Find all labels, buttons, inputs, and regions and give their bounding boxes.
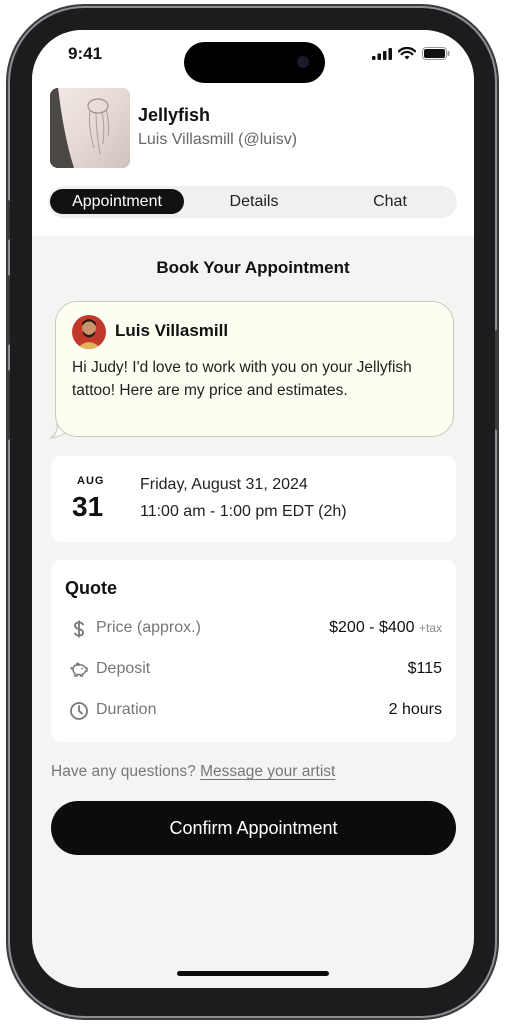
date-time-range: 11:00 am - 1:00 pm EDT (2h) [140, 503, 347, 520]
tab-bar: Appointment Details Chat [48, 186, 457, 218]
date-full: Friday, August 31, 2024 [140, 476, 308, 493]
date-month: AUG [77, 475, 105, 487]
quote-row-duration: Duration 2 hours [65, 699, 442, 723]
quote-title: Quote [65, 578, 117, 598]
home-indicator[interactable] [177, 971, 329, 976]
tattoo-title: Jellyfish [138, 105, 211, 125]
tattoo-thumbnail[interactable] [50, 88, 130, 168]
confirm-appointment-button[interactable]: Confirm Appointment [51, 801, 456, 855]
tattoo-photo-icon [50, 88, 130, 168]
battery-icon [422, 47, 450, 60]
quote-row-deposit: Deposit $115 [65, 658, 442, 682]
avatar[interactable] [72, 315, 106, 349]
signal-icon [372, 47, 392, 60]
volume-down-button [6, 370, 10, 440]
duration-value: 2 hours [388, 701, 442, 718]
artist-handle[interactable]: Luis Villasmill (@luisv) [138, 131, 297, 149]
status-time: 9:41 [68, 44, 103, 63]
status-icons [372, 47, 450, 60]
camera-icon [297, 56, 309, 68]
price-value: $200 - $400 [329, 619, 415, 636]
dollar-icon [74, 620, 84, 638]
sender-name: Luis Villasmill [115, 321, 229, 340]
date-day: 31 [72, 491, 104, 522]
header-area: 9:41 Jellyfish Luis Villasmill (@luisv) … [32, 30, 474, 236]
deposit-value: $115 [407, 660, 442, 677]
mute-switch [6, 200, 10, 240]
questions-prompt: Have any questions? [51, 763, 196, 780]
app-screen: 9:41 Jellyfish Luis Villasmill (@luisv) … [32, 30, 474, 988]
wifi-icon [398, 47, 416, 60]
volume-up-button [6, 275, 10, 345]
deposit-label: Deposit [96, 660, 151, 677]
price-tax-suffix: +tax [418, 621, 442, 635]
tab-appointment[interactable]: Appointment [50, 189, 184, 214]
message-artist-link[interactable]: Message your artist [200, 763, 335, 780]
message-text: Hi Judy! I'd love to work with you on yo… [72, 359, 412, 399]
clock-icon [70, 702, 88, 720]
avatar-icon [72, 315, 106, 349]
tab-details[interactable]: Details [187, 189, 321, 214]
duration-label: Duration [96, 701, 157, 718]
artist-message: Luis Villasmill Hi Judy! I'd love to wor… [55, 301, 454, 437]
piggy-bank-icon [70, 662, 88, 677]
quote-row-price: Price (approx.) $200 - $400 +tax [65, 617, 442, 641]
section-title: Book Your Appointment [156, 258, 350, 277]
questions-line: Have any questions? Message your artist [51, 763, 335, 781]
price-label: Price (approx.) [96, 619, 201, 636]
tab-chat[interactable]: Chat [323, 189, 457, 214]
quote-card: Quote Price (approx.) $200 - $400 +tax D… [51, 560, 456, 742]
price-value-group: $200 - $400 +tax [329, 619, 442, 637]
appointment-date-card: AUG 31 Friday, August 31, 2024 11:00 am … [51, 456, 456, 542]
dynamic-island [184, 42, 325, 83]
power-button [495, 330, 499, 430]
